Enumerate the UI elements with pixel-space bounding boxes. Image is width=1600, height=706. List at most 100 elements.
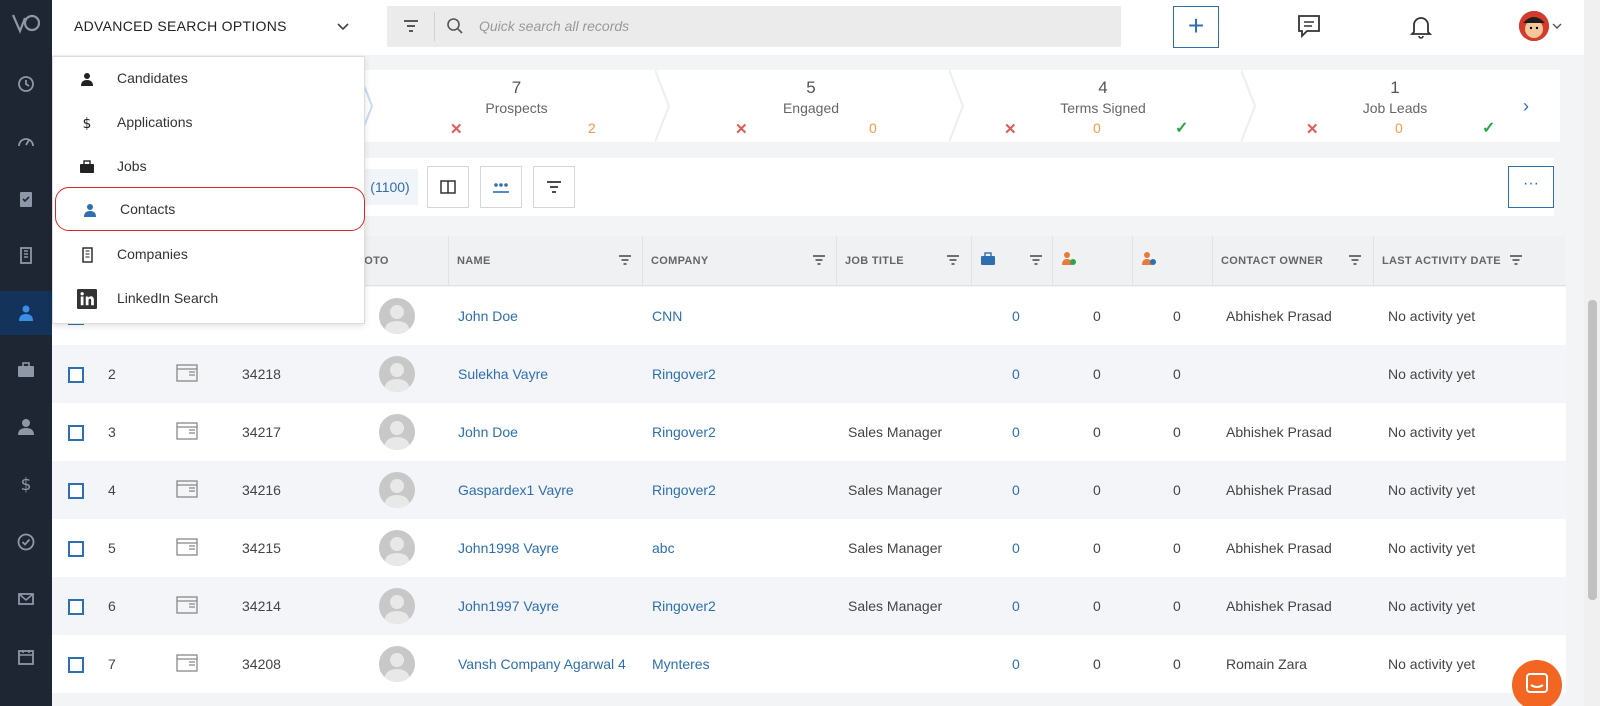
row-checkbox[interactable] [68, 541, 84, 557]
jobs-count[interactable]: 0 [1012, 403, 1020, 461]
filter-icon[interactable] [945, 252, 961, 268]
jobs-count[interactable]: 0 [1012, 635, 1020, 693]
briefcase-icon[interactable] [0, 348, 52, 392]
app-logo[interactable] [0, 12, 52, 40]
filter-icon[interactable] [617, 252, 633, 268]
dropdown-item-contacts[interactable]: Contacts [55, 187, 365, 231]
company-name[interactable]: Ringover2 [652, 403, 716, 461]
filter-button[interactable] [533, 166, 575, 208]
dollar-icon[interactable]: $ [0, 462, 52, 506]
jobs-count[interactable]: 0 [1012, 577, 1020, 635]
chat-icon[interactable] [1295, 12, 1323, 40]
cross-icon[interactable]: ✕ [450, 120, 463, 138]
row-checkbox[interactable] [68, 367, 84, 383]
table-row[interactable]: 3 34217 John Doe Ringover2 Sales Manager… [52, 403, 1566, 461]
advanced-search-label[interactable]: ADVANCED SEARCH OPTIONS [74, 18, 287, 34]
stage-terms-signed[interactable]: 4 Terms Signed ✕ 0 ✓ [965, 70, 1241, 142]
card-icon[interactable] [176, 363, 198, 383]
header-last-activity[interactable]: LAST ACTIVITY DATE [1373, 236, 1533, 286]
dashboard-icon[interactable] [0, 120, 52, 164]
company-name[interactable]: abc [652, 519, 675, 577]
row-checkbox[interactable] [68, 425, 84, 441]
dropdown-item-jobs[interactable]: Jobs [53, 145, 366, 189]
header-jobs-count[interactable] [971, 236, 1052, 286]
filter-icon[interactable] [401, 16, 421, 36]
stage-engaged[interactable]: 5 Engaged ✕ 0 [673, 70, 949, 142]
header-company[interactable]: COMPANY [642, 236, 836, 286]
filter-icon[interactable] [1508, 252, 1524, 268]
card-icon[interactable] [176, 595, 198, 615]
company-name[interactable]: Mynteres [652, 635, 710, 693]
stage-value[interactable]: 0 [1093, 120, 1101, 136]
dropdown-item-applications[interactable]: $ Applications [53, 101, 366, 145]
contact-name[interactable]: John1997 Vayre [458, 577, 559, 635]
card-icon[interactable] [176, 653, 198, 673]
jobs-count[interactable]: 0 [1012, 345, 1020, 403]
columns-button[interactable] [427, 166, 469, 208]
contact-name[interactable]: John1998 Vayre [458, 519, 559, 577]
check-icon[interactable]: ✓ [1175, 118, 1188, 138]
calendar-icon[interactable] [0, 635, 52, 679]
jobs-count[interactable]: 0 [1012, 287, 1020, 345]
stage-value[interactable]: 0 [869, 120, 877, 136]
dropdown-item-candidates[interactable]: Candidates [53, 57, 366, 101]
stage-prospects[interactable]: 7 Prospects ✕ 2 [378, 70, 655, 142]
building-icon[interactable] [0, 233, 52, 277]
filter-icon[interactable] [1347, 252, 1363, 268]
search-input[interactable] [479, 14, 1079, 38]
check-circle-icon[interactable] [0, 520, 52, 564]
row-checkbox[interactable] [68, 599, 84, 615]
contact-name[interactable]: John Doe [458, 403, 518, 461]
more-button[interactable]: ··· [1508, 166, 1554, 208]
chevron-right-icon[interactable]: › [1523, 96, 1529, 117]
stage-job-leads[interactable]: 1 Job Leads ✕ 0 ✓ [1257, 70, 1533, 142]
company-name[interactable]: CNN [652, 287, 682, 345]
support-chat-button[interactable] [1512, 660, 1562, 706]
contact-name[interactable]: John Doe [458, 287, 518, 345]
company-name[interactable]: Ringover2 [652, 461, 716, 519]
contact-name[interactable]: Vansh Company Agarwal 4 [458, 635, 626, 693]
history-icon[interactable] [0, 62, 52, 106]
check-icon[interactable]: ✓ [1482, 118, 1495, 138]
table-row[interactable]: 2 34218 Sulekha Vayre Ringover2 0 0 0 No… [52, 345, 1566, 403]
company-name[interactable]: Ringover2 [652, 577, 716, 635]
card-icon[interactable] [176, 537, 198, 557]
table-row[interactable]: 6 34214 John1997 Vayre Ringover2 Sales M… [52, 577, 1566, 635]
cross-icon[interactable]: ✕ [1306, 120, 1319, 138]
dropdown-item-companies[interactable]: Companies [53, 233, 366, 277]
filter-icon[interactable] [1028, 252, 1044, 268]
contact-name[interactable]: Gaspardex1 Vayre [458, 461, 574, 519]
bell-icon[interactable] [1407, 12, 1435, 40]
contact-name[interactable]: Sulekha Vayre [458, 345, 548, 403]
user-icon[interactable] [0, 405, 52, 449]
cross-icon[interactable]: ✕ [735, 120, 748, 138]
header-submissions[interactable] [1132, 236, 1212, 286]
user-avatar[interactable] [1519, 11, 1549, 41]
table-row[interactable]: 4 34216 Gaspardex1 Vayre Ringover2 Sales… [52, 461, 1566, 519]
table-row[interactable]: 5 34215 John1998 Vayre abc Sales Manager… [52, 519, 1566, 577]
dropdown-item-linkedin-search[interactable]: LinkedIn Search [53, 277, 366, 321]
chevron-down-icon[interactable] [1551, 20, 1563, 32]
company-name[interactable]: Ringover2 [652, 345, 716, 403]
card-icon[interactable] [176, 421, 198, 441]
add-button[interactable]: + [1173, 6, 1219, 48]
contacts-icon[interactable] [0, 291, 52, 335]
header-job-title[interactable]: JOB TITLE [836, 236, 971, 286]
table-row[interactable]: 7 34208 Vansh Company Agarwal 4 Mynteres… [52, 635, 1566, 693]
scrollbar-thumb[interactable] [1588, 300, 1597, 600]
group-button[interactable] [480, 166, 522, 208]
header-contact-owner[interactable]: CONTACT OWNER [1212, 236, 1373, 286]
filter-icon[interactable] [811, 252, 827, 268]
jobs-count[interactable]: 0 [1012, 519, 1020, 577]
stage-value[interactable]: 0 [1395, 120, 1403, 136]
row-checkbox[interactable] [68, 483, 84, 499]
card-icon[interactable] [176, 479, 198, 499]
row-checkbox[interactable] [68, 657, 84, 673]
clipboard-icon[interactable] [0, 177, 52, 221]
stage-value[interactable]: 2 [588, 120, 596, 136]
cross-icon[interactable]: ✕ [1004, 120, 1017, 138]
chevron-down-icon[interactable] [333, 16, 353, 36]
jobs-count[interactable]: 0 [1012, 461, 1020, 519]
header-placements[interactable] [1052, 236, 1132, 286]
mail-icon[interactable] [0, 577, 52, 621]
